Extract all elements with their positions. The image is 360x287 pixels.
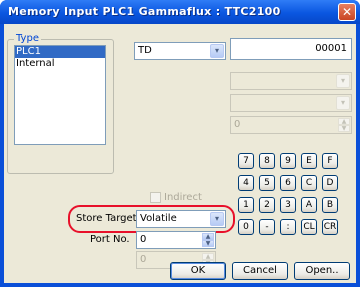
port-no-input[interactable]: 0 ▲ ▼ (136, 231, 216, 249)
type-listbox[interactable]: PLC1 Internal (14, 45, 106, 145)
address-value: 00001 (315, 43, 347, 54)
title-bar[interactable]: Memory Input PLC1 Gammaflux : TTC2100 ✕ (0, 0, 360, 24)
chevron-down-icon: ▾ (336, 96, 350, 110)
type-item-internal[interactable]: Internal (15, 58, 105, 70)
key-8[interactable]: 8 (259, 153, 275, 169)
key-5[interactable]: 5 (259, 175, 275, 191)
disabled-select-2: ▾ (230, 94, 352, 112)
chevron-down-icon[interactable]: ▾ (210, 44, 224, 58)
indirect-label: Indirect (164, 192, 202, 203)
spin-down-icon[interactable]: ▼ (202, 240, 214, 247)
key-3[interactable]: 3 (280, 197, 296, 213)
key-carriage-return[interactable]: CR (322, 219, 338, 235)
spin-down-icon: ▼ (338, 125, 350, 132)
key-colon[interactable]: : (280, 219, 296, 235)
close-icon[interactable]: ✕ (338, 3, 356, 21)
window-title: Memory Input PLC1 Gammaflux : TTC2100 (8, 5, 281, 18)
disabled-select-1: ▾ (230, 72, 352, 90)
port-no-secondary-value: 0 (140, 254, 147, 265)
open-button[interactable]: Open.. (294, 262, 350, 280)
key-f[interactable]: F (322, 153, 338, 169)
spin-buttons: ▲ ▼ (338, 118, 350, 132)
chevron-down-icon: ▾ (336, 74, 350, 88)
type-group-label: Type (14, 33, 41, 44)
indirect-checkbox[interactable] (150, 192, 161, 203)
port-no-value: 0 (140, 234, 147, 245)
disabled-spin-value: 0 (234, 119, 241, 130)
key-a[interactable]: A (301, 197, 317, 213)
key-2[interactable]: 2 (259, 197, 275, 213)
key-6[interactable]: 6 (280, 175, 296, 191)
key-c[interactable]: C (301, 175, 317, 191)
dialog-client: Type PLC1 Internal TD ▾ 00001 ▾ ▾ 0 ▲ ▼ (4, 24, 356, 283)
spin-up-icon: ▲ (338, 118, 350, 125)
store-target-highlight (68, 205, 235, 233)
port-no-spin[interactable]: ▲ ▼ (202, 233, 214, 247)
device-select-value: TD (138, 45, 152, 56)
key-b[interactable]: B (322, 197, 338, 213)
key-1[interactable]: 1 (238, 197, 254, 213)
key-clear[interactable]: CL (301, 219, 317, 235)
key-9[interactable]: 9 (280, 153, 296, 169)
spin-up-icon[interactable]: ▲ (202, 233, 214, 240)
dialog-window: Memory Input PLC1 Gammaflux : TTC2100 ✕ … (0, 0, 360, 287)
key-0[interactable]: 0 (238, 219, 254, 235)
key-e[interactable]: E (301, 153, 317, 169)
key-4[interactable]: 4 (238, 175, 254, 191)
key-7[interactable]: 7 (238, 153, 254, 169)
type-item-plc1[interactable]: PLC1 (15, 46, 105, 58)
type-groupbox: Type PLC1 Internal (7, 33, 114, 174)
port-no-label: Port No. (90, 234, 130, 245)
ok-button[interactable]: OK (170, 262, 226, 280)
disabled-spin-field: 0 ▲ ▼ (230, 116, 352, 134)
address-input[interactable]: 00001 (230, 38, 352, 60)
key-d[interactable]: D (322, 175, 338, 191)
spin-up-icon: ▲ (202, 253, 214, 260)
key-minus[interactable]: - (259, 219, 275, 235)
cancel-button[interactable]: Cancel (232, 262, 288, 280)
device-select[interactable]: TD ▾ (134, 42, 226, 60)
